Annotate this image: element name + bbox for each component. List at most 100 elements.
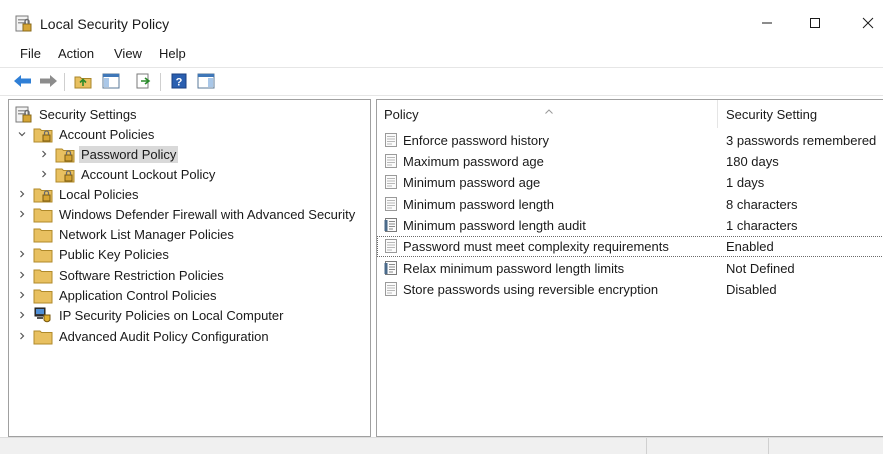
policy-name: Enforce password history (403, 133, 549, 148)
column-header-security-setting[interactable]: Security Setting (726, 100, 883, 128)
chevron-right-icon[interactable] (17, 270, 27, 280)
up-one-level-button[interactable] (73, 72, 93, 92)
security-policy-icon (15, 13, 33, 33)
column-header-label: Policy (384, 106, 419, 122)
policy-name: Password must meet complexity requiremen… (403, 239, 669, 254)
forward-button[interactable] (38, 72, 58, 92)
ip-security-computer-icon (33, 307, 53, 324)
policy-setting: Not Defined (726, 261, 795, 276)
chevron-right-icon[interactable] (17, 209, 27, 219)
list-row-minimum-password-length-audit[interactable]: Minimum password length audit 1 characte… (377, 215, 883, 236)
policy-name: Relax minimum password length limits (403, 261, 625, 276)
chevron-down-icon[interactable] (17, 129, 27, 139)
menu-help[interactable]: Help (159, 46, 186, 61)
tree-item-ip-security-policies[interactable]: IP Security Policies on Local Computer (17, 305, 285, 325)
menu-file[interactable]: File (20, 46, 41, 61)
folder-icon (33, 328, 53, 345)
policy-setting: 1 characters (726, 218, 798, 233)
tree-item-password-policy[interactable]: Password Policy (39, 144, 179, 164)
chevron-right-icon[interactable] (17, 331, 27, 341)
list-row-minimum-password-length[interactable]: Minimum password length 8 characters (377, 194, 883, 215)
export-list-button[interactable] (134, 72, 154, 92)
list-row-enforce-password-history[interactable]: Enforce password history 3 passwords rem… (377, 130, 883, 151)
policy-setting-icon (384, 154, 399, 169)
minimize-icon (761, 17, 773, 29)
console-tree[interactable]: Security Settings Account Policies Passw… (8, 99, 371, 437)
tree-label: Account Policies (59, 126, 155, 142)
policy-setting: 3 passwords remembered (726, 133, 877, 148)
policy-setting: Disabled (726, 282, 777, 297)
help-button[interactable]: ? (169, 72, 189, 92)
chevron-right-icon[interactable] (39, 169, 49, 179)
list-row-relax-minimum-password-length[interactable]: Relax minimum password length limits Not… (377, 258, 883, 279)
tree-label: Network List Manager Policies (59, 226, 234, 242)
status-bar (0, 437, 883, 454)
policy-name: Minimum password length audit (403, 218, 586, 233)
tree-item-application-control-policies[interactable]: Application Control Policies (17, 285, 219, 305)
policy-name: Minimum password age (403, 175, 541, 190)
tree-label: IP Security Policies on Local Computer (59, 307, 284, 323)
back-arrow-icon (13, 74, 33, 91)
tree-item-account-policies[interactable]: Account Policies (17, 124, 156, 144)
list-row-password-complexity[interactable]: Password must meet complexity requiremen… (377, 236, 883, 257)
policy-setting-icon (384, 282, 399, 297)
chevron-right-icon[interactable] (17, 290, 27, 300)
policy-setting: 180 days (726, 154, 779, 169)
tree-label: Application Control Policies (59, 287, 217, 303)
audit-policy-icon (384, 218, 399, 233)
menu-action[interactable]: Action (58, 46, 94, 61)
policy-setting-icon (384, 197, 399, 212)
tree-item-local-policies[interactable]: Local Policies (17, 184, 141, 204)
policy-name: Maximum password age (403, 154, 544, 169)
locked-folder-icon (33, 186, 53, 203)
close-button[interactable] (846, 8, 883, 38)
window-title: Local Security Policy (40, 16, 170, 32)
tree-label: Password Policy (79, 145, 179, 163)
locked-folder-icon (33, 126, 53, 143)
tree-item-software-restriction-policies[interactable]: Software Restriction Policies (17, 265, 226, 285)
forward-arrow-icon (38, 74, 58, 91)
policy-setting: 1 days (726, 175, 765, 190)
folder-icon (33, 267, 53, 284)
tree-root-security-settings[interactable]: Security Settings (15, 104, 139, 124)
security-settings-icon (15, 105, 33, 123)
toolbar: ? (0, 67, 883, 96)
maximize-button[interactable] (793, 8, 837, 38)
maximize-icon (809, 17, 821, 29)
policy-list[interactable]: Policy Security Setting Enforce password… (376, 99, 883, 437)
tree-label: Advanced Audit Policy Configuration (59, 328, 269, 344)
policy-setting-icon (384, 133, 399, 148)
tree-item-windows-defender-firewall[interactable]: Windows Defender Firewall with Advanced … (17, 204, 357, 224)
chevron-right-icon[interactable] (39, 149, 49, 159)
policy-setting-icon (384, 175, 399, 190)
tree-item-account-lockout-policy[interactable]: Account Lockout Policy (39, 164, 217, 184)
toolbar-separator (160, 73, 161, 91)
back-button[interactable] (13, 72, 33, 92)
column-header-policy[interactable]: Policy (384, 100, 714, 128)
show-hide-console-tree-button[interactable] (101, 72, 121, 92)
list-row-maximum-password-age[interactable]: Maximum password age 180 days (377, 151, 883, 172)
tree-item-public-key-policies[interactable]: Public Key Policies (17, 244, 171, 264)
tree-label: Public Key Policies (59, 246, 169, 262)
audit-policy-icon (384, 261, 399, 276)
show-hide-console-tree-icon (102, 73, 120, 92)
show-action-pane-button[interactable] (196, 72, 216, 92)
tree-item-network-list-manager-policies[interactable]: Network List Manager Policies (17, 224, 236, 244)
tree-item-advanced-audit-policy-configuration[interactable]: Advanced Audit Policy Configuration (17, 326, 271, 346)
chevron-right-icon[interactable] (17, 249, 27, 259)
tree-label: Software Restriction Policies (59, 267, 224, 283)
status-bar-divider (646, 438, 647, 454)
menu-bar: File Action View Help (0, 46, 883, 66)
list-row-minimum-password-age[interactable]: Minimum password age 1 days (377, 172, 883, 193)
column-divider[interactable] (717, 100, 718, 128)
tree-label: Security Settings (39, 106, 137, 122)
list-row-store-passwords-reversible-encryption[interactable]: Store passwords using reversible encrypt… (377, 279, 883, 300)
tree-label: Account Lockout Policy (81, 166, 216, 182)
chevron-right-icon[interactable] (17, 189, 27, 199)
toolbar-separator (64, 73, 65, 91)
up-folder-icon (74, 73, 92, 92)
status-bar-divider (768, 438, 769, 454)
menu-view[interactable]: View (114, 46, 142, 61)
minimize-button[interactable] (745, 8, 789, 38)
chevron-right-icon[interactable] (17, 310, 27, 320)
